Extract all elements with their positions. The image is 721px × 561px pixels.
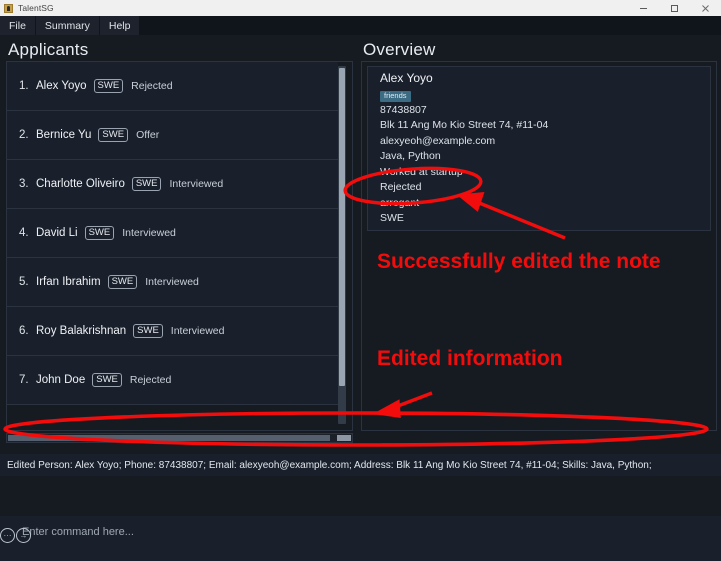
list-item-index: 5. xyxy=(19,276,29,288)
table-row[interactable]: 6. Roy Balakrishnan SWE Interviewed xyxy=(7,307,338,356)
overview-panel: Alex Yoyo friends 87438807 Blk 11 Ang Mo… xyxy=(361,61,717,431)
list-item-status: Interviewed xyxy=(122,227,176,239)
applicants-horizontal-scrollbar[interactable] xyxy=(6,433,353,443)
person-experience: Worked at startup xyxy=(380,165,463,178)
person-detail-card[interactable]: Alex Yoyo friends 87438807 Blk 11 Ang Mo… xyxy=(367,66,711,231)
minimize-icon xyxy=(640,7,647,9)
person-role: SWE xyxy=(380,212,404,224)
list-item-status: Rejected xyxy=(131,80,173,92)
table-row[interactable]: 4. David Li SWE Interviewed xyxy=(7,209,338,258)
list-item-index: 7. xyxy=(19,374,29,386)
table-row[interactable]: 5. Irfan Ibrahim SWE Interviewed xyxy=(7,258,338,307)
menu-item-help[interactable]: Help xyxy=(99,16,141,35)
command-bar[interactable]: Enter command here... ··· → xyxy=(0,516,721,561)
list-item-name: Roy Balakrishnan xyxy=(36,325,127,337)
role-tag: SWE xyxy=(92,372,122,388)
table-row[interactable]: 1. Alex Yoyo SWE Rejected xyxy=(7,62,338,111)
window-controls xyxy=(628,0,721,16)
command-input-placeholder[interactable]: Enter command here... xyxy=(22,526,134,538)
list-item-status: Interviewed xyxy=(169,178,224,190)
list-item-index: 3. xyxy=(19,178,29,190)
list-item-name: Irfan Ibrahim xyxy=(36,276,101,288)
list-item-status: Interviewed xyxy=(145,276,199,288)
table-row[interactable]: 2. Bernice Yu SWE Offer xyxy=(7,111,338,160)
maximize-button[interactable] xyxy=(659,0,690,16)
menu-item-summary[interactable]: Summary xyxy=(35,16,100,35)
maximize-icon xyxy=(671,4,678,12)
role-tag: SWE xyxy=(133,323,163,339)
overview-panel-title: Overview xyxy=(363,40,436,59)
list-item-name: Charlotte Oliveiro xyxy=(36,178,125,190)
status-message: Edited Person: Alex Yoyo; Phone: 8743880… xyxy=(7,459,652,471)
table-row[interactable]: 3. Charlotte Oliveiro SWE Interviewed xyxy=(7,160,338,209)
person-status: Rejected xyxy=(380,181,422,193)
menu-bar: File Summary Help xyxy=(0,16,721,35)
status-bar: Edited Person: Alex Yoyo; Phone: 8743880… xyxy=(0,454,721,476)
person-tag: friends xyxy=(380,91,411,102)
menu-item-file[interactable]: File xyxy=(0,16,36,35)
list-item-name: David Li xyxy=(36,227,78,239)
person-phone: 87438807 xyxy=(380,103,427,116)
list-item-status: Rejected xyxy=(129,374,172,386)
list-item-index: 1. xyxy=(19,80,29,92)
applicants-panel-title: Applicants xyxy=(8,40,89,59)
list-item-name: Bernice Yu xyxy=(36,129,92,141)
list-item-index: 4. xyxy=(19,227,29,239)
list-item-index: 2. xyxy=(19,129,29,141)
close-icon xyxy=(702,4,709,12)
list-item-index: 6. xyxy=(19,325,29,337)
role-tag: SWE xyxy=(131,176,162,192)
list-item-status: Interviewed xyxy=(170,325,225,337)
content-area: Applicants Overview 1. Alex Yoyo SWE Rej… xyxy=(0,35,721,561)
scrollbar-thumb[interactable] xyxy=(339,68,345,386)
applicants-list[interactable]: 1. Alex Yoyo SWE Rejected 2. Bernice Yu … xyxy=(6,61,353,431)
scrollbar-thumb[interactable] xyxy=(8,435,330,441)
person-note: arrogant xyxy=(380,196,420,209)
table-row[interactable]: 7. John Doe SWE Rejected xyxy=(7,356,338,405)
role-tag: SWE xyxy=(98,127,129,143)
applicants-list-inner: 1. Alex Yoyo SWE Rejected 2. Bernice Yu … xyxy=(7,62,338,430)
person-email: alexyeoh@example.com xyxy=(380,134,496,147)
person-name: Alex Yoyo xyxy=(380,71,433,85)
title-bar: TalentSG xyxy=(0,0,721,16)
command-icons: ··· → xyxy=(0,528,31,543)
person-tag-row: friends xyxy=(380,87,710,102)
application-window: TalentSG File Summary Help Applicants Ov… xyxy=(0,0,721,561)
person-skills: Java, Python xyxy=(380,150,441,162)
list-item-name: Alex Yoyo xyxy=(36,80,87,92)
applicants-vertical-scrollbar[interactable] xyxy=(338,66,346,424)
list-item-status: Offer xyxy=(136,129,160,141)
role-tag: SWE xyxy=(84,225,115,241)
close-button[interactable] xyxy=(690,0,721,16)
role-tag: SWE xyxy=(93,78,124,94)
scrollbar-end-cap[interactable] xyxy=(337,435,351,441)
role-tag: SWE xyxy=(107,274,138,290)
app-icon xyxy=(4,3,13,13)
person-address: Blk 11 Ang Mo Kio Street 74, #11-04 xyxy=(380,119,549,131)
face-icon[interactable]: ··· xyxy=(0,528,15,543)
window-title: TalentSG xyxy=(18,3,54,13)
arrow-right-icon[interactable]: → xyxy=(16,528,31,543)
minimize-button[interactable] xyxy=(628,0,659,16)
list-item-name: John Doe xyxy=(36,374,86,386)
